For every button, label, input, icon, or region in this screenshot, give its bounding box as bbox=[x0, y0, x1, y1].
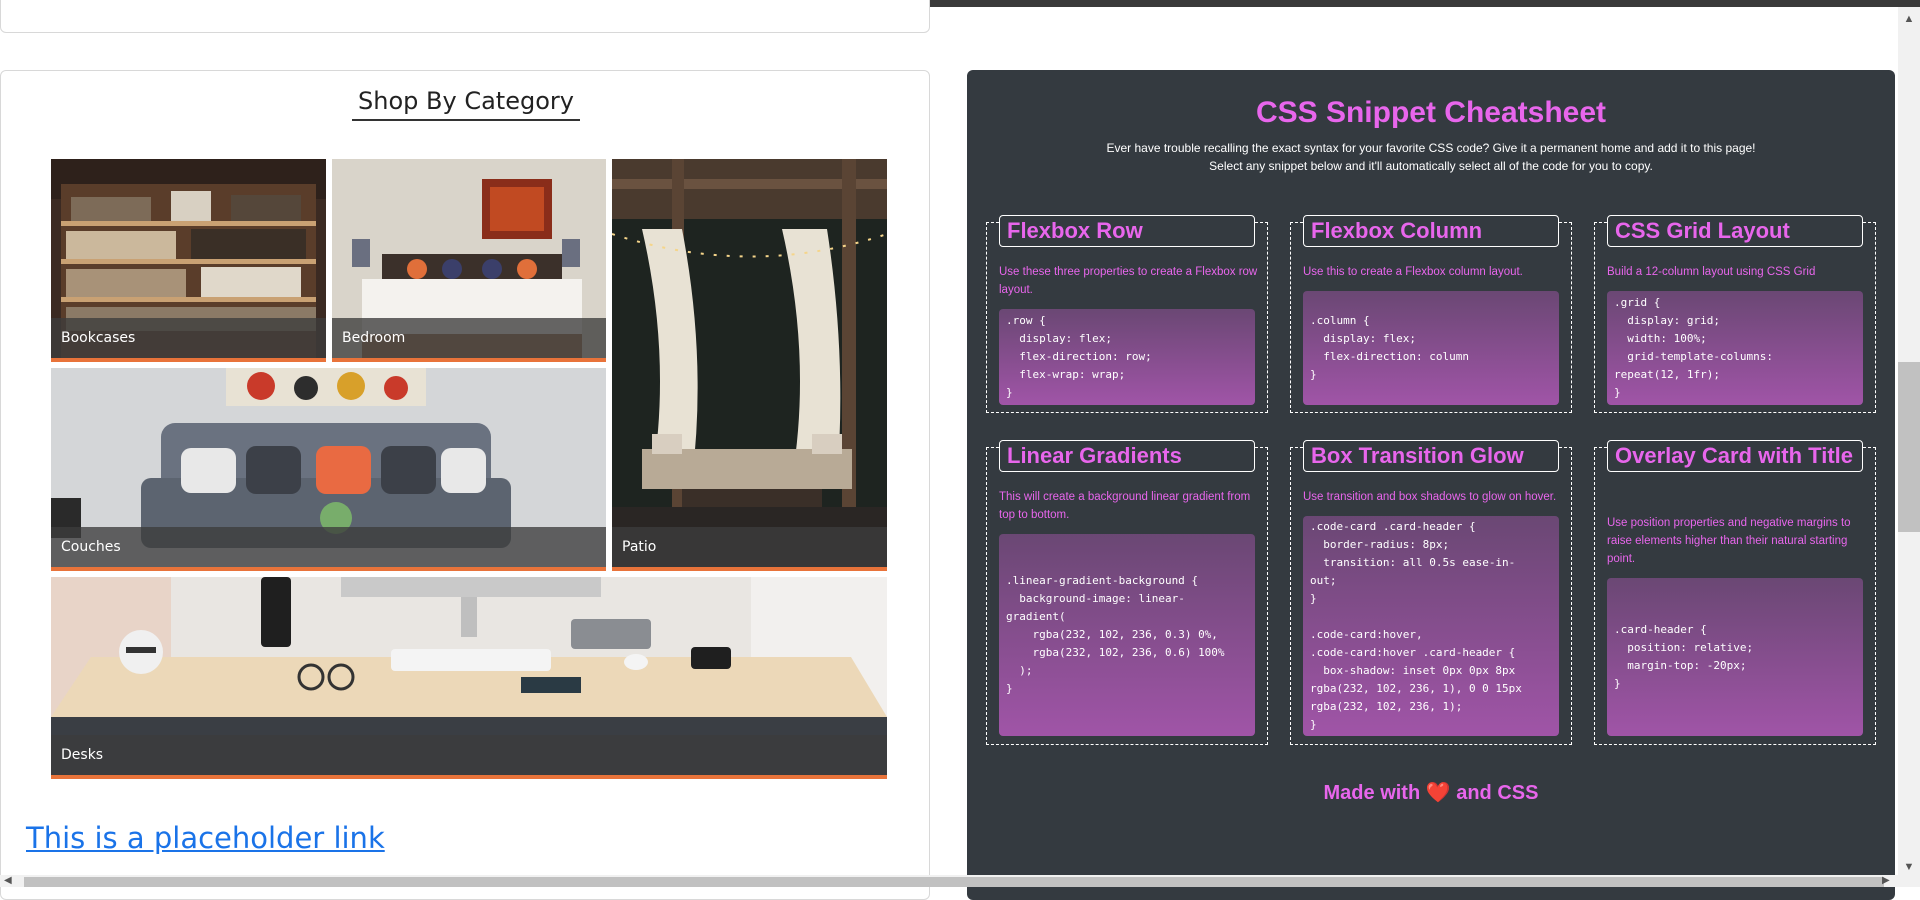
cheatsheet-footer: Made with ❤️ and CSS bbox=[967, 780, 1895, 805]
scroll-left-icon[interactable]: ◀ bbox=[4, 875, 12, 886]
snippet-title: Box Transition Glow bbox=[1303, 440, 1559, 472]
vertical-scrollbar-thumb[interactable] bbox=[1898, 362, 1920, 532]
snippet-title: CSS Grid Layout bbox=[1607, 215, 1863, 247]
category-label-desks: Desks bbox=[61, 747, 104, 763]
snippet-title: Linear Gradients bbox=[999, 440, 1255, 472]
snippet-card-css-grid[interactable]: CSS Grid Layout Build a 12-column layout… bbox=[1594, 215, 1876, 413]
category-tile-bookcases[interactable]: Bookcases bbox=[51, 159, 326, 362]
snippet-card-flexbox-row[interactable]: Flexbox Row Use these three properties t… bbox=[986, 215, 1268, 413]
snippet-card-box-transition-glow[interactable]: Box Transition Glow Use transition and b… bbox=[1290, 440, 1572, 745]
scroll-up-icon[interactable]: ▲ bbox=[1898, 12, 1920, 26]
footer-suffix: and CSS bbox=[1456, 782, 1539, 804]
category-tile-bedroom[interactable]: Bedroom bbox=[332, 159, 606, 362]
shop-title-wrap: Shop By Category bbox=[1, 87, 931, 121]
snippet-description: Use position properties and negative mar… bbox=[1607, 517, 1851, 565]
placeholder-link[interactable]: This is a placeholder link bbox=[26, 821, 385, 855]
css-cheatsheet-panel: CSS Snippet Cheatsheet Ever have trouble… bbox=[967, 70, 1895, 900]
category-label-patio: Patio bbox=[622, 539, 657, 555]
caption-bar bbox=[51, 527, 606, 567]
previous-card bbox=[0, 0, 930, 33]
snippet-card-linear-gradients[interactable]: Linear Gradients This will create a back… bbox=[986, 440, 1268, 745]
cheatsheet-intro: Ever have trouble recalling the exact sy… bbox=[1106, 141, 1756, 173]
cheatsheet-title: CSS Snippet Cheatsheet bbox=[1255, 96, 1607, 129]
snippet-description: This will create a background linear gra… bbox=[999, 491, 1251, 521]
patio-image bbox=[612, 159, 887, 567]
category-tile-patio[interactable]: Patio bbox=[612, 159, 887, 571]
category-label-bookcases: Bookcases bbox=[61, 330, 136, 346]
snippet-code[interactable]: .row { display: flex; flex-direction: ro… bbox=[999, 309, 1255, 405]
snippet-card-flexbox-column[interactable]: Flexbox Column Use this to create a Flex… bbox=[1290, 215, 1572, 413]
scroll-down-icon[interactable]: ▼ bbox=[1898, 860, 1920, 874]
snippet-card-overlay-card[interactable]: Overlay Card with Title Use position pro… bbox=[1594, 440, 1876, 745]
snippet-title: Flexbox Row bbox=[999, 215, 1255, 247]
heart-icon: ❤️ bbox=[1425, 782, 1451, 804]
category-label-couches: Couches bbox=[61, 539, 121, 555]
snippet-code[interactable]: .grid { display: grid; width: 100%; grid… bbox=[1607, 291, 1863, 405]
caption-bar bbox=[51, 735, 887, 775]
scroll-right-icon[interactable]: ▶ bbox=[1882, 875, 1890, 886]
category-tile-couches[interactable]: Couches bbox=[51, 368, 606, 571]
snippet-code[interactable]: .linear-gradient-background { background… bbox=[999, 534, 1255, 736]
snippet-code[interactable]: .column { display: flex; flex-direction:… bbox=[1303, 291, 1559, 405]
snippet-description: Use this to create a Flexbox column layo… bbox=[1303, 266, 1523, 278]
category-label-bedroom: Bedroom bbox=[342, 330, 406, 346]
shop-by-category-card: Shop By Category Bookcases Bedroom Patio… bbox=[0, 70, 930, 900]
horizontal-scrollbar-thumb[interactable] bbox=[24, 877, 1884, 887]
snippet-code[interactable]: .code-card .card-header { border-radius:… bbox=[1303, 516, 1559, 736]
snippet-description: Use transition and box shadows to glow o… bbox=[1303, 491, 1557, 503]
shop-title: Shop By Category bbox=[352, 87, 580, 121]
snippet-description: Use these three properties to create a F… bbox=[999, 266, 1258, 296]
snippet-title: Flexbox Column bbox=[1303, 215, 1559, 247]
category-tile-desks[interactable]: Desks bbox=[51, 577, 887, 779]
snippet-code[interactable]: .card-header { position: relative; margi… bbox=[1607, 578, 1863, 736]
snippet-description: Build a 12-column layout using CSS Grid bbox=[1607, 266, 1816, 278]
footer-prefix: Made with bbox=[1323, 782, 1421, 804]
snippet-title: Overlay Card with Title bbox=[1607, 440, 1863, 472]
